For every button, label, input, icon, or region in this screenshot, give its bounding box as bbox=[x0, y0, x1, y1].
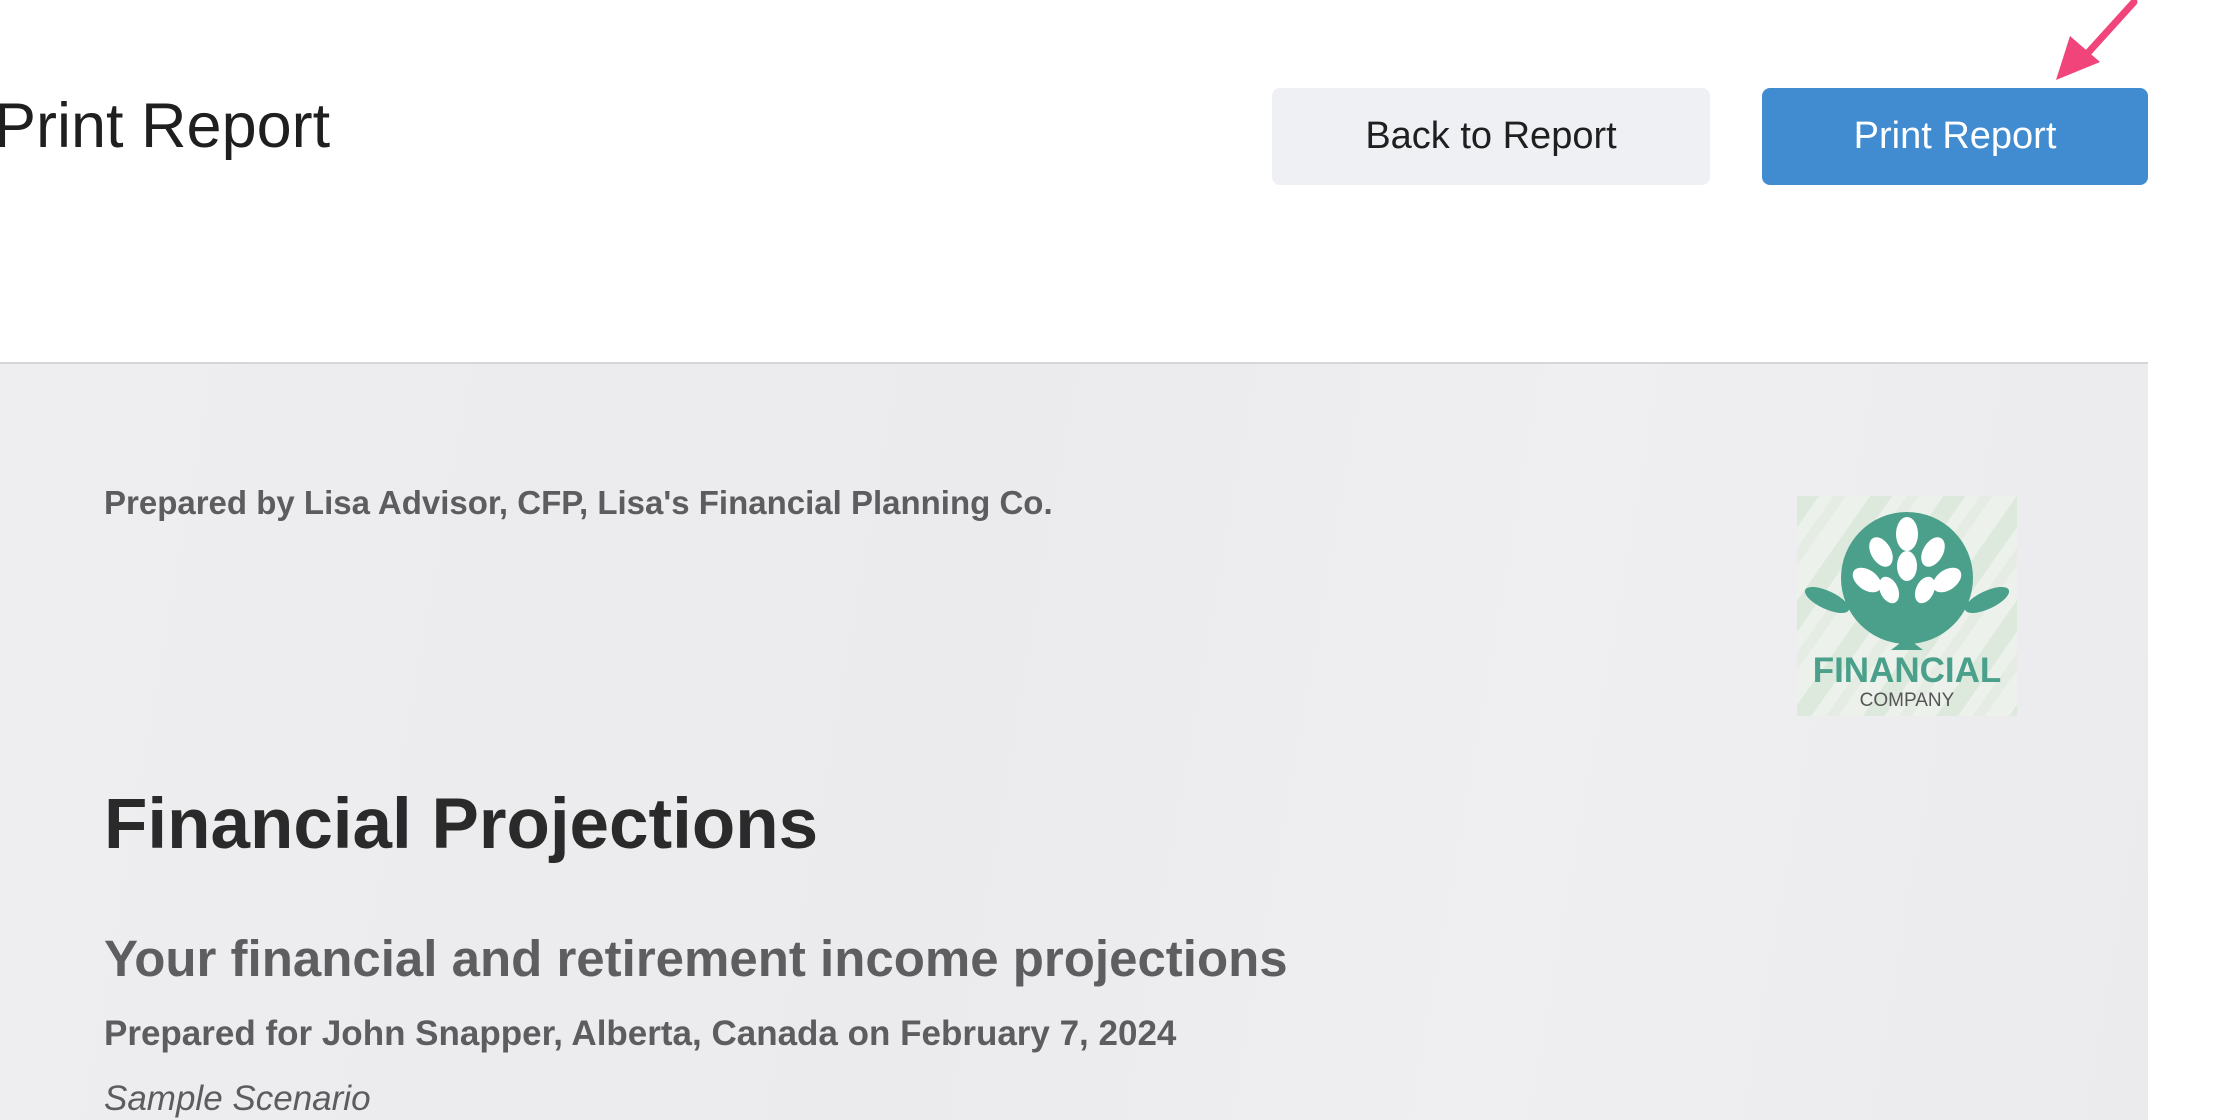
prepared-by-text: Prepared by Lisa Advisor, CFP, Lisa's Fi… bbox=[104, 484, 1053, 521]
tree-icon: FINANCIAL COMPANY bbox=[1797, 496, 2017, 716]
arrow-icon bbox=[2056, 0, 2138, 80]
page-title: Print Report bbox=[0, 91, 331, 161]
logo-word-financial: FINANCIAL bbox=[1813, 651, 2002, 690]
back-to-report-button[interactable]: Back to Report bbox=[1272, 88, 1710, 185]
report-preview: Prepared by Lisa Advisor, CFP, Lisa's Fi… bbox=[0, 364, 2148, 1120]
print-report-button[interactable]: Print Report bbox=[1762, 88, 2148, 185]
report-subtitle: Your financial and retirement income pro… bbox=[104, 930, 1288, 987]
logo-word-company: COMPANY bbox=[1860, 690, 1955, 711]
report-title: Financial Projections bbox=[104, 785, 819, 864]
scenario-name: Sample Scenario bbox=[104, 1079, 371, 1118]
print-report-page: Print Report Back to Report Print Report… bbox=[0, 0, 2228, 1120]
company-logo: FINANCIAL COMPANY bbox=[1797, 496, 2017, 716]
prepared-for-text: Prepared for John Snapper, Alberta, Cana… bbox=[104, 1014, 1177, 1053]
